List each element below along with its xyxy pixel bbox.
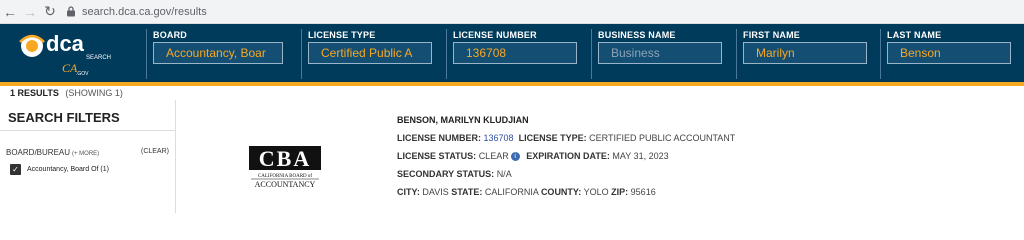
state-key: STATE:: [451, 187, 483, 197]
search-filters-title: SEARCH FILTERS: [8, 110, 120, 125]
board-label: BOARD: [153, 30, 187, 40]
results-showing: (SHOWING 1): [65, 88, 123, 98]
dca-logo[interactable]: dca SEARCH CA .GOV: [14, 28, 124, 80]
county-value: YOLO: [583, 187, 609, 197]
license-status-key: LICENSE STATUS:: [397, 151, 477, 161]
cba-line1: CALIFORNIA BOARD of: [258, 174, 313, 179]
last-name-field: LAST NAME Benson: [880, 29, 1020, 79]
board-bureau-label: BOARD/BUREAU: [6, 148, 71, 157]
first-name-input[interactable]: Marilyn: [743, 42, 867, 64]
cba-line2: ACCOUNTANCY: [255, 180, 316, 189]
first-name-label: FIRST NAME: [743, 30, 800, 40]
board-field: BOARD Accountancy, Boar: [146, 29, 288, 79]
city-key: CITY:: [397, 187, 420, 197]
ca-gov-gov: .GOV: [76, 71, 89, 77]
secondary-row: SECONDARY STATUS: N/A: [397, 169, 735, 181]
first-name-field: FIRST NAME Marilyn: [736, 29, 867, 79]
business-name-label: BUSINESS NAME: [598, 30, 676, 40]
city-value: DAVIS: [422, 187, 449, 197]
reload-icon[interactable]: ↻: [40, 0, 60, 24]
filter-item-accountancy[interactable]: ✓ Accountancy, Board Of (1): [10, 164, 109, 175]
license-status-value: CLEAR: [478, 151, 509, 161]
address-row: CITY: DAVIS STATE: CALIFORNIA COUNTY: YO…: [397, 187, 735, 199]
more-link[interactable]: (+ MORE): [72, 151, 99, 157]
info-icon[interactable]: i: [510, 152, 520, 162]
lock-icon: [66, 6, 76, 17]
license-type-label: LICENSE TYPE: [308, 30, 376, 40]
license-number-key: LICENSE NUMBER:: [397, 133, 482, 143]
results-count: 1 RESULTS: [10, 88, 59, 98]
logo-sub: SEARCH: [86, 55, 111, 61]
sidebar-divider: [0, 130, 176, 131]
logo-text: dca: [46, 31, 85, 56]
status-row: LICENSE STATUS: CLEAR i EXPIRATION DATE: …: [397, 151, 735, 163]
license-number-field: LICENSE NUMBER 136708: [446, 29, 577, 79]
cba-letters: CBA: [259, 146, 311, 171]
board-input[interactable]: Accountancy, Boar: [153, 42, 283, 64]
checkbox-checked-icon[interactable]: ✓: [10, 164, 21, 175]
county-key: COUNTY:: [540, 187, 582, 197]
business-name-input[interactable]: Business: [598, 42, 722, 64]
url-text: search.dca.ca.gov/results: [82, 5, 207, 18]
secondary-status-value: N/A: [496, 169, 512, 179]
license-row: LICENSE NUMBER: 136708 LICENSE TYPE: CER…: [397, 133, 735, 145]
cba-logo: CBA CALIFORNIA BOARD of ACCOUNTANCY: [249, 145, 321, 189]
address-bar[interactable]: search.dca.ca.gov/results: [66, 2, 1024, 22]
arrow-right-icon[interactable]: →: [20, 0, 40, 24]
expiration-key: EXPIRATION DATE:: [526, 151, 610, 161]
license-number-link[interactable]: 136708: [484, 133, 514, 143]
state-value: CALIFORNIA: [484, 187, 539, 197]
licensee-name[interactable]: BENSON, MARILYN KLUDJIAN: [397, 115, 735, 127]
zip-key: ZIP:: [611, 187, 629, 197]
license-type-value: CERTIFIED PUBLIC ACCOUNTANT: [589, 133, 736, 143]
business-name-field: BUSINESS NAME Business: [591, 29, 722, 79]
zip-value: 95616: [630, 187, 656, 197]
license-number-label: LICENSE NUMBER: [453, 30, 537, 40]
board-bureau-heading: BOARD/BUREAU (+ MORE): [6, 148, 99, 157]
browser-toolbar: ← → ↻ search.dca.ca.gov/results: [0, 0, 1024, 24]
arrow-left-icon[interactable]: ←: [0, 0, 20, 24]
search-filters-sidebar: SEARCH FILTERS BOARD/BUREAU (+ MORE) (CLE…: [0, 100, 176, 213]
site-header: dca SEARCH CA .GOV BOARD Accountancy, Bo…: [0, 24, 1024, 86]
last-name-input[interactable]: Benson: [887, 42, 1011, 64]
license-number-input[interactable]: 136708: [453, 42, 577, 64]
expiration-value: MAY 31, 2023: [612, 151, 669, 161]
result-card: BENSON, MARILYN KLUDJIAN LICENSE NUMBER:…: [397, 115, 735, 199]
filter-item-label: Accountancy, Board Of (1): [27, 166, 109, 173]
secondary-status-key: SECONDARY STATUS:: [397, 169, 495, 179]
results-count-bar: 1 RESULTS (SHOWING 1): [0, 86, 1024, 100]
license-type-input[interactable]: Certified Public A: [308, 42, 432, 64]
clear-filter-link[interactable]: (CLEAR): [141, 148, 169, 155]
license-type-key: LICENSE TYPE:: [518, 133, 587, 143]
last-name-label: LAST NAME: [887, 30, 942, 40]
license-type-field: LICENSE TYPE Certified Public A: [301, 29, 435, 79]
